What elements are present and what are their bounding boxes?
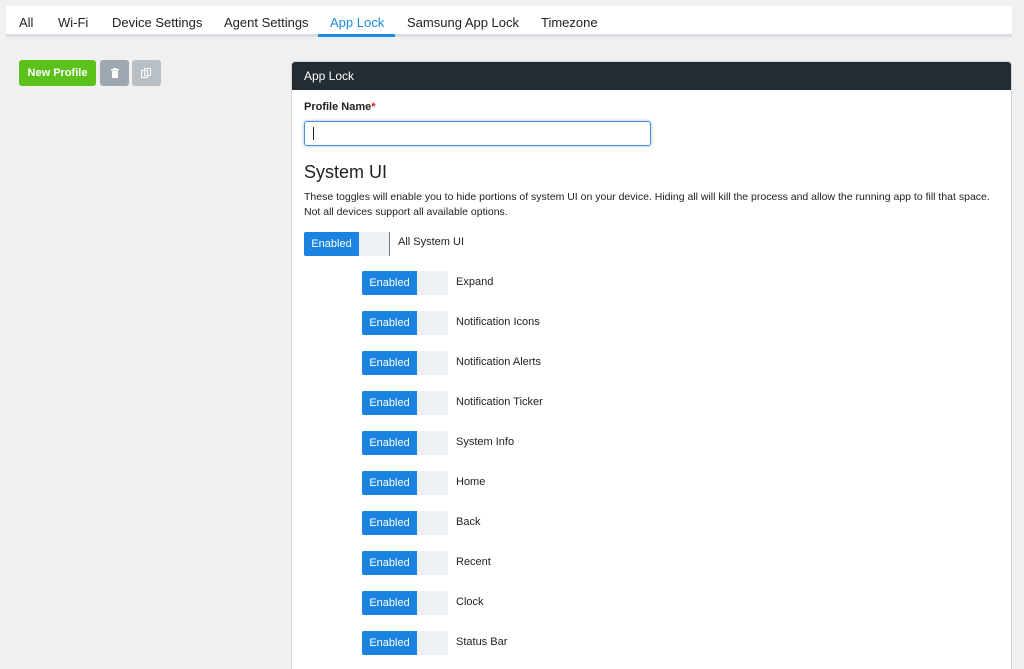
toggle-divider xyxy=(389,232,390,256)
toggle-state: Enabled xyxy=(362,631,417,655)
profile-name-label: Profile Name* xyxy=(304,101,376,113)
toggle-notification-icons[interactable]: Enabled xyxy=(362,311,448,335)
panel-title: App Lock xyxy=(292,62,1011,90)
section-title: System UI xyxy=(304,162,388,182)
toggle-label: Notification Ticker xyxy=(456,396,543,408)
tab-samsung-app-lock[interactable]: Samsung App Lock xyxy=(407,15,519,30)
tab-agent-settings[interactable]: Agent Settings xyxy=(224,15,309,30)
active-tab-indicator xyxy=(318,34,395,37)
toggle-label: All System UI xyxy=(398,236,465,248)
copy-icon xyxy=(141,67,151,78)
toggle-notification-ticker[interactable]: Enabled xyxy=(362,391,448,415)
toggle-label: Notification Icons xyxy=(456,316,540,328)
toggle-notification-alerts[interactable]: Enabled xyxy=(362,351,448,375)
profile-name-input[interactable] xyxy=(304,121,651,146)
toggle-state: Enabled xyxy=(362,551,417,575)
toggle-state: Enabled xyxy=(362,511,417,535)
tab-all[interactable]: All xyxy=(19,15,33,30)
toggle-status-bar[interactable]: Enabled xyxy=(362,631,448,655)
toggle-all-system-ui[interactable]: Enabled xyxy=(304,232,390,256)
tab-device-settings[interactable]: Device Settings xyxy=(112,15,202,30)
delete-profile-button[interactable] xyxy=(100,60,129,86)
toggle-recent[interactable]: Enabled xyxy=(362,551,448,575)
toggle-state: Enabled xyxy=(362,311,417,335)
toggle-state: Enabled xyxy=(362,271,417,295)
new-profile-button[interactable]: New Profile xyxy=(19,60,96,86)
toggle-back[interactable]: Enabled xyxy=(362,511,448,535)
toggle-label: Recent xyxy=(456,556,491,568)
toggle-label: Status Bar xyxy=(456,636,508,648)
tab-wifi[interactable]: Wi-Fi xyxy=(58,15,88,30)
toggle-home[interactable]: Enabled xyxy=(362,471,448,495)
toggle-expand[interactable]: Enabled xyxy=(362,271,448,295)
toggle-state: Enabled xyxy=(362,351,417,375)
toggle-state: Enabled xyxy=(362,431,417,455)
toggle-state: Enabled xyxy=(362,391,417,415)
toggle-system-info[interactable]: Enabled xyxy=(362,431,448,455)
toggle-state: Enabled xyxy=(304,232,359,256)
toggle-state: Enabled xyxy=(362,471,417,495)
tab-timezone[interactable]: Timezone xyxy=(541,15,598,30)
copy-profile-button[interactable] xyxy=(132,60,161,86)
trash-icon xyxy=(110,67,119,78)
tab-bar: All Wi-Fi Device Settings Agent Settings… xyxy=(6,6,1012,37)
text-cursor xyxy=(313,127,314,140)
toggle-state: Enabled xyxy=(362,591,417,615)
section-description: These toggles will enable you to hide po… xyxy=(304,191,990,218)
toggle-label: Clock xyxy=(456,596,484,608)
required-mark: * xyxy=(371,101,376,113)
tab-app-lock[interactable]: App Lock xyxy=(330,15,384,30)
toggle-label: System Info xyxy=(456,436,515,448)
toggle-clock[interactable]: Enabled xyxy=(362,591,448,615)
profile-name-label-text: Profile Name xyxy=(304,101,372,113)
toggle-label: Notification Alerts xyxy=(456,356,541,368)
toggle-label: Back xyxy=(456,516,481,528)
toggle-label: Home xyxy=(456,476,486,488)
toggle-label: Expand xyxy=(456,276,494,288)
app-lock-panel: App Lock Profile Name* System UI These t… xyxy=(291,61,1012,669)
